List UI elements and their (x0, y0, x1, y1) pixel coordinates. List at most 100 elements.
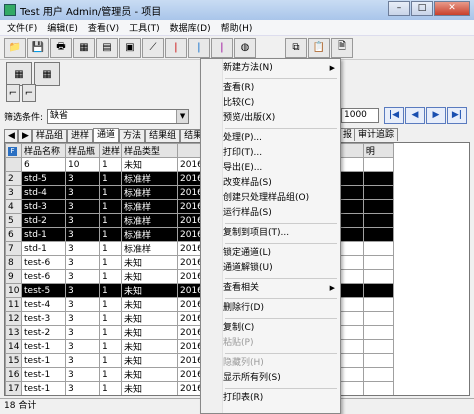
sample-type-cell[interactable]: 标准样 (121, 213, 178, 228)
test-tube-icon[interactable]: ❘ (211, 37, 233, 58)
row-number-cell[interactable]: 15 (5, 353, 22, 368)
column-header[interactable]: 明 (362, 143, 394, 158)
last-page-button[interactable]: ▶| (447, 107, 467, 124)
context-menu-item[interactable]: 复制(C) (223, 321, 340, 336)
first-page-button[interactable]: |◀ (384, 107, 404, 124)
row-number-cell[interactable]: 13 (5, 325, 22, 340)
sample-type-cell[interactable]: 标准样 (121, 227, 178, 242)
injection-cell[interactable]: 1 (99, 269, 122, 284)
empty-cell[interactable] (362, 283, 394, 298)
sample-type-cell[interactable]: 未知 (121, 269, 178, 284)
vial-cell[interactable]: 3 (65, 213, 100, 228)
sample-name-cell[interactable]: 6 (21, 157, 66, 172)
vial-cell[interactable]: 3 (65, 367, 100, 382)
injection-cell[interactable]: 1 (100, 396, 122, 397)
tab-audit-trail[interactable]: 审计追踪 (354, 128, 399, 141)
sample-type-cell[interactable]: 未知 (121, 325, 178, 340)
row-number-cell[interactable]: 10 (5, 283, 22, 298)
sample-name-cell[interactable]: test-3 (21, 311, 66, 326)
tab-result-sets[interactable]: 结果组 (145, 129, 181, 142)
sample-name-cell[interactable]: test-4 (21, 297, 66, 312)
row-number-cell[interactable]: 5 (5, 213, 22, 228)
vial-cell[interactable]: 3 (65, 199, 100, 214)
empty-cell[interactable] (362, 325, 394, 340)
prev-page-button[interactable]: ◀ (405, 107, 425, 124)
context-menu-item[interactable]: 复制到项目(T)... (223, 226, 340, 241)
sample-name-cell[interactable]: test-1 (22, 396, 66, 397)
injection-cell[interactable]: 1 (99, 381, 122, 395)
context-menu-item[interactable]: 导出(E)... (223, 161, 340, 176)
row-number-cell[interactable]: 16 (5, 367, 22, 382)
empty-cell[interactable] (362, 311, 394, 326)
context-menu-item[interactable]: 新建方法(N) ▶ (223, 61, 340, 76)
injection-cell[interactable]: 1 (99, 353, 122, 368)
vial-cell[interactable]: 3 (65, 381, 100, 395)
sample-name-cell[interactable]: test-1 (21, 367, 66, 382)
row-number-cell[interactable]: 14 (5, 339, 22, 354)
vial-cell[interactable]: 3 (66, 396, 100, 397)
context-menu-item[interactable]: 锁定通道(L) (223, 246, 340, 261)
sample-type-cell[interactable]: 未知 (121, 157, 178, 172)
injection-cell[interactable]: 1 (99, 185, 122, 200)
column-header[interactable]: 样品类型 (121, 143, 178, 158)
document-icon[interactable]: 🗎 (331, 37, 353, 58)
table-view-icon[interactable]: ▦ (6, 62, 32, 86)
vial-cell[interactable]: 3 (65, 171, 100, 186)
injection-cell[interactable]: 1 (99, 213, 122, 228)
sample-name-cell[interactable]: std-2 (21, 213, 66, 228)
empty-cell[interactable] (362, 199, 394, 214)
next-page-button[interactable]: ▶ (426, 107, 446, 124)
vial-cell[interactable]: 3 (65, 297, 100, 312)
sample-type-cell[interactable]: 标准样 (121, 185, 178, 200)
menu-file[interactable]: 文件(F) (2, 21, 42, 34)
column-header[interactable]: 样品瓶 (65, 143, 100, 158)
injection-cell[interactable]: 1 (99, 157, 122, 172)
row-number-header[interactable]: F (5, 143, 22, 158)
row-number-cell[interactable]: 11 (5, 297, 22, 312)
injection-cell[interactable]: 1 (99, 171, 122, 186)
sample-type-cell[interactable]: 未知 (121, 381, 178, 395)
row-number-cell[interactable]: 9 (5, 269, 22, 284)
column-header[interactable]: 样品名称 (21, 143, 66, 158)
context-menu-item[interactable]: 运行样品(S) (223, 206, 340, 221)
corner-icon[interactable]: ⌐ (22, 84, 36, 102)
maximize-button[interactable]: □ (411, 1, 433, 16)
menu-help[interactable]: 帮助(H) (216, 21, 258, 34)
sample-type-cell[interactable]: 未知 (121, 339, 178, 354)
menu-tools[interactable]: 工具(T) (124, 21, 165, 34)
vial-cell[interactable]: 3 (65, 255, 100, 270)
context-menu-item[interactable]: 显示所有列(S) (223, 371, 340, 386)
sample-type-cell[interactable]: 未知 (121, 297, 178, 312)
menu-view[interactable]: 查看(V) (83, 21, 124, 34)
tab-methods[interactable]: 方法 (119, 129, 146, 142)
context-menu-item[interactable]: 比较(C) (223, 96, 340, 111)
sample-name-cell[interactable]: test-5 (21, 283, 66, 298)
injection-cell[interactable]: 1 (99, 227, 122, 242)
vial-cell[interactable]: 3 (65, 283, 100, 298)
empty-cell[interactable] (362, 339, 394, 354)
sample-type-cell[interactable]: 未知 (121, 367, 178, 382)
empty-cell[interactable] (362, 157, 394, 172)
sample-name-cell[interactable]: std-3 (21, 199, 66, 214)
context-menu-item[interactable]: 删除行(D) (223, 301, 340, 316)
empty-cell[interactable] (363, 396, 393, 397)
save-icon[interactable]: 💾 (27, 37, 49, 58)
sample-type-cell[interactable]: 未知 (121, 353, 178, 368)
test-tube-icon[interactable]: ❘ (188, 37, 210, 58)
row-number-cell[interactable]: 4 (5, 199, 22, 214)
context-menu-item[interactable]: 改变样品(S) (223, 176, 340, 191)
context-menu-item[interactable]: 创建只处理样品组(O) (223, 191, 340, 206)
context-menu-item[interactable]: 查看(R) (223, 81, 340, 96)
tab-injections[interactable]: 进样 (67, 129, 94, 142)
sample-name-cell[interactable]: test-1 (21, 381, 66, 395)
vial-cell[interactable]: 3 (65, 241, 100, 256)
test-tube-icon[interactable]: ❘ (165, 37, 187, 58)
tab-scroll-left[interactable]: ◀ (4, 129, 18, 142)
injection-cell[interactable]: 1 (99, 367, 122, 382)
chevron-down-icon[interactable]: ▼ (176, 109, 189, 123)
vial-cell[interactable]: 3 (65, 325, 100, 340)
vial-cell[interactable]: 3 (65, 227, 100, 242)
close-button[interactable]: ✕ (434, 1, 470, 16)
folder-icon[interactable]: 📁 (4, 37, 26, 58)
copy-icon[interactable]: ⧉ (285, 37, 307, 58)
